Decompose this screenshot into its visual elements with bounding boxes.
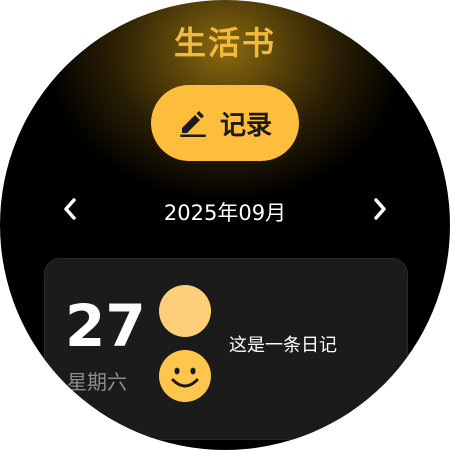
smiley-face-icon [158,349,212,403]
diary-entry-card[interactable]: 27 星期六 这是一条日记 [44,258,408,440]
chevron-right-icon [372,197,388,226]
pencil-icon [178,109,208,137]
record-button[interactable]: 记录 [151,85,299,161]
record-button-label: 记录 [219,110,272,141]
entry-weekday: 星期六 [67,370,127,394]
month-navigation: 2025年09月 [0,193,450,229]
avatar [159,285,211,337]
entry-day-number: 27 [65,292,146,360]
entry-text: 这是一条日记 [229,335,337,356]
next-month-button[interactable] [362,193,398,229]
app-title: 生活书 [173,24,276,62]
watch-face: 生活书 记录 2025年09月 27 星期六 这是一条日记 [0,0,450,450]
